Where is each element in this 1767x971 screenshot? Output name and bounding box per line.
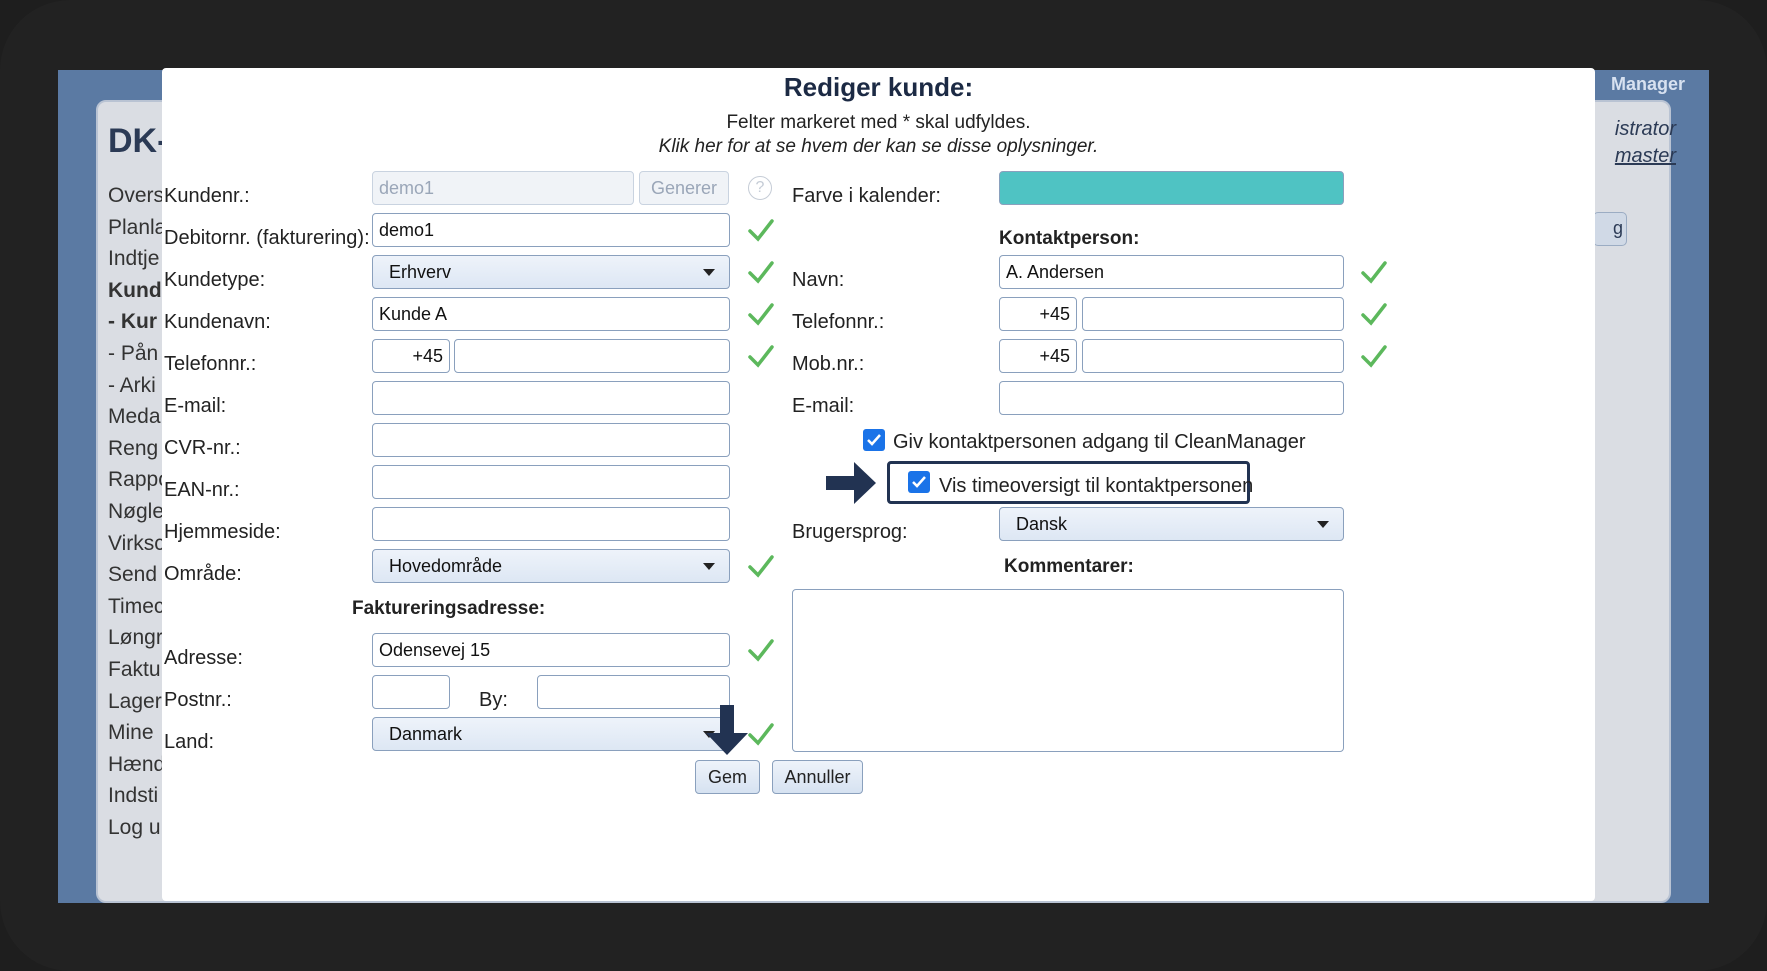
cancel-button[interactable]: Annuller (772, 760, 863, 794)
user-language-label: Brugersprog: (792, 521, 908, 543)
by-label: By: (479, 689, 508, 711)
postnr-label: Postnr.: (164, 689, 232, 711)
farve-label: Farve i kalender: (792, 185, 941, 207)
hjemmeside-input[interactable] (372, 507, 730, 541)
user-language-select[interactable]: Dansk (999, 507, 1344, 541)
land-value: Danmark (389, 724, 463, 744)
billing-address-header: Faktureringsadresse: (352, 598, 546, 619)
email-label: E-mail: (164, 395, 227, 417)
dialog-title: Rediger kunde: (783, 72, 974, 102)
ean-input[interactable] (372, 465, 730, 499)
hjemmeside-label: Hjemmeside: (164, 521, 281, 543)
contact-mobile-prefix-input[interactable]: +45 (999, 339, 1077, 373)
omraade-select[interactable]: Hovedområde (372, 549, 730, 583)
arrow-down-icon (706, 705, 748, 755)
contact-phone-prefix-input[interactable]: +45 (999, 297, 1077, 331)
telefon-prefix-input[interactable]: +45 (372, 339, 450, 373)
show-timesheet-label: Vis timeoversigt til kontaktpersonen (939, 475, 1254, 497)
checkmark-icon (912, 476, 926, 488)
background-toolbar (1589, 322, 1629, 882)
user-role-line1: istrator (1614, 118, 1676, 140)
arrow-right-icon (826, 462, 876, 504)
contact-mobile-input[interactable] (1082, 339, 1344, 373)
contact-name-label: Navn: (792, 269, 845, 291)
contact-phone-input[interactable] (1082, 297, 1344, 331)
debitornr-label: Debitornr. (fakturering): (164, 227, 370, 249)
user-role-line2: master (1614, 145, 1676, 167)
visibility-link[interactable]: Klik her for at se hvem der kan se disse… (162, 136, 1595, 158)
user-language-value: Dansk (1016, 514, 1068, 534)
kundetype-value: Erhverv (389, 262, 452, 282)
check-icon (748, 303, 774, 326)
check-icon (748, 555, 774, 578)
by-input[interactable] (537, 675, 730, 709)
device-frame: DK- Overs Planlæ Indtje Kund - Kur - Pån - Ark… (0, 0, 1767, 971)
adresse-input[interactable]: Odensevej 15 (372, 633, 730, 667)
contact-mobile-label: Mob.nr.: (792, 353, 865, 375)
contact-person-header: Kontaktperson: (999, 228, 1140, 249)
help-icon[interactable]: ? (748, 176, 772, 200)
checkmark-icon (867, 434, 881, 446)
chevron-down-icon (703, 563, 715, 570)
required-note: Felter markeret med * skal udfyldes. (726, 112, 1031, 133)
omraade-value: Hovedområde (389, 556, 503, 576)
generate-button[interactable]: Generer (639, 171, 729, 205)
postnr-input[interactable] (372, 675, 450, 709)
contact-phone-label: Telefonnr.: (792, 311, 885, 333)
kundenr-label: Kundenr.: (164, 185, 250, 207)
contact-name-input[interactable]: A. Andersen (999, 255, 1344, 289)
save-button[interactable]: Gem (695, 760, 760, 794)
chevron-down-icon (1317, 521, 1329, 528)
ean-label: EAN-nr.: (164, 479, 240, 501)
app-logo: DK- (108, 122, 169, 160)
give-access-checkbox[interactable] (863, 429, 885, 451)
adresse-label: Adresse: (164, 647, 243, 669)
cvr-label: CVR-nr.: (164, 437, 241, 459)
land-select[interactable]: Danmark (372, 717, 730, 751)
chevron-down-icon (703, 269, 715, 276)
check-icon (1361, 261, 1387, 284)
omraade-label: Område: (164, 563, 242, 585)
check-icon (748, 261, 774, 284)
kundenr-input[interactable]: demo1 (372, 171, 634, 205)
land-label: Land: (164, 731, 215, 753)
contact-email-input[interactable] (999, 381, 1344, 415)
check-icon (748, 639, 774, 662)
user-role: istrator master (1615, 116, 1676, 170)
check-icon (1361, 303, 1387, 326)
calendar-color-swatch[interactable] (999, 171, 1344, 205)
cvr-input[interactable] (372, 423, 730, 457)
show-timesheet-checkbox[interactable] (908, 471, 930, 493)
comments-textarea[interactable] (792, 589, 1344, 752)
edit-customer-dialog: Rediger kunde: Felter markeret med * ska… (162, 68, 1595, 901)
give-access-label: Giv kontaktpersonen adgang til CleanMana… (893, 431, 1306, 453)
app-title: Manager (1610, 74, 1685, 94)
kundenavn-input[interactable]: Kunde A (372, 297, 730, 331)
check-icon (748, 345, 774, 368)
debitornr-input[interactable]: demo1 (372, 213, 730, 247)
telefon-input[interactable] (454, 339, 730, 373)
email-input[interactable] (372, 381, 730, 415)
background-button[interactable]: g (1593, 212, 1627, 246)
comments-header: Kommentarer: (1004, 556, 1134, 577)
check-icon (1361, 345, 1387, 368)
kundetype-select[interactable]: Erhverv (372, 255, 730, 289)
kundenavn-label: Kundenavn: (164, 311, 271, 333)
contact-email-label: E-mail: (792, 395, 855, 417)
check-icon (748, 219, 774, 242)
telefon-label: Telefonnr.: (164, 353, 257, 375)
kundetype-label: Kundetype: (164, 269, 266, 291)
